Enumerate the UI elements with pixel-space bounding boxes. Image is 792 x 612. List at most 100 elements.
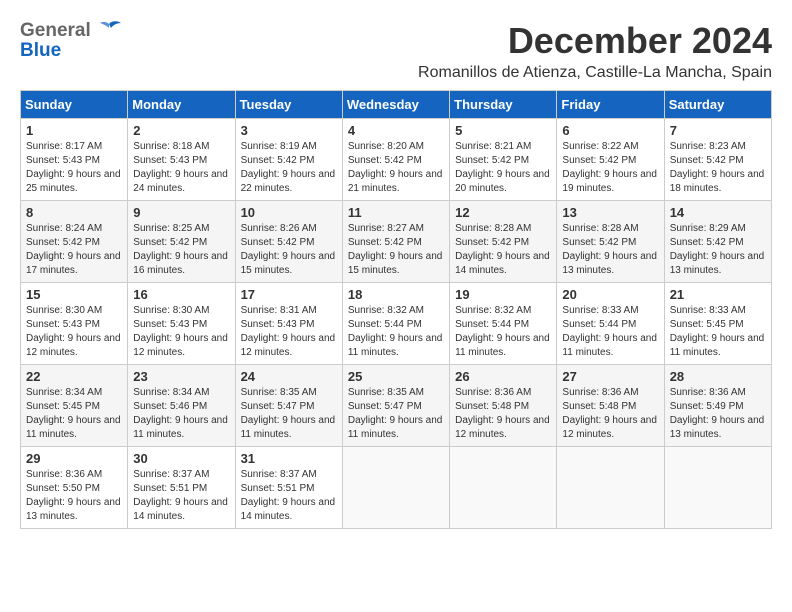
day-number: 28 (670, 369, 766, 384)
table-row: 30 Sunrise: 8:37 AMSunset: 5:51 PMDaylig… (128, 447, 235, 529)
day-info: Sunrise: 8:36 AMSunset: 5:49 PMDaylight:… (670, 387, 765, 440)
day-number: 18 (348, 287, 444, 302)
day-number: 5 (455, 123, 551, 138)
day-number: 21 (670, 287, 766, 302)
day-info: Sunrise: 8:37 AMSunset: 5:51 PMDaylight:… (241, 469, 336, 522)
day-info: Sunrise: 8:37 AMSunset: 5:51 PMDaylight:… (133, 469, 228, 522)
day-number: 11 (348, 205, 444, 220)
table-row: 17 Sunrise: 8:31 AMSunset: 5:43 PMDaylig… (235, 283, 342, 365)
day-info: Sunrise: 8:28 AMSunset: 5:42 PMDaylight:… (562, 223, 657, 276)
table-row: 23 Sunrise: 8:34 AMSunset: 5:46 PMDaylig… (128, 365, 235, 447)
calendar-week-5: 29 Sunrise: 8:36 AMSunset: 5:50 PMDaylig… (21, 447, 772, 529)
day-info: Sunrise: 8:28 AMSunset: 5:42 PMDaylight:… (455, 223, 550, 276)
day-number: 26 (455, 369, 551, 384)
table-row: 8 Sunrise: 8:24 AMSunset: 5:42 PMDayligh… (21, 201, 128, 283)
day-number: 22 (26, 369, 122, 384)
day-number: 13 (562, 205, 658, 220)
day-number: 14 (670, 205, 766, 220)
day-number: 31 (241, 451, 337, 466)
day-number: 20 (562, 287, 658, 302)
calendar-week-4: 22 Sunrise: 8:34 AMSunset: 5:45 PMDaylig… (21, 365, 772, 447)
day-number: 8 (26, 205, 122, 220)
day-number: 2 (133, 123, 229, 138)
day-info: Sunrise: 8:18 AMSunset: 5:43 PMDaylight:… (133, 141, 228, 194)
day-number: 7 (670, 123, 766, 138)
logo-bird-icon (95, 20, 123, 42)
page-header: General Blue December 2024 Romanillos de… (20, 20, 772, 82)
header-sunday: Sunday (21, 91, 128, 119)
day-info: Sunrise: 8:25 AMSunset: 5:42 PMDaylight:… (133, 223, 228, 276)
calendar-table: Sunday Monday Tuesday Wednesday Thursday… (20, 90, 772, 529)
day-number: 30 (133, 451, 229, 466)
day-number: 4 (348, 123, 444, 138)
table-row: 3 Sunrise: 8:19 AMSunset: 5:42 PMDayligh… (235, 119, 342, 201)
day-number: 3 (241, 123, 337, 138)
table-row: 9 Sunrise: 8:25 AMSunset: 5:42 PMDayligh… (128, 201, 235, 283)
table-row: 19 Sunrise: 8:32 AMSunset: 5:44 PMDaylig… (450, 283, 557, 365)
calendar-week-2: 8 Sunrise: 8:24 AMSunset: 5:42 PMDayligh… (21, 201, 772, 283)
day-info: Sunrise: 8:20 AMSunset: 5:42 PMDaylight:… (348, 141, 443, 194)
day-info: Sunrise: 8:22 AMSunset: 5:42 PMDaylight:… (562, 141, 657, 194)
day-info: Sunrise: 8:21 AMSunset: 5:42 PMDaylight:… (455, 141, 550, 194)
table-row: 15 Sunrise: 8:30 AMSunset: 5:43 PMDaylig… (21, 283, 128, 365)
table-row: 18 Sunrise: 8:32 AMSunset: 5:44 PMDaylig… (342, 283, 449, 365)
day-number: 24 (241, 369, 337, 384)
day-number: 9 (133, 205, 229, 220)
table-row (342, 447, 449, 529)
header-tuesday: Tuesday (235, 91, 342, 119)
logo-general-text: General (20, 20, 91, 42)
table-row: 16 Sunrise: 8:30 AMSunset: 5:43 PMDaylig… (128, 283, 235, 365)
table-row: 20 Sunrise: 8:33 AMSunset: 5:44 PMDaylig… (557, 283, 664, 365)
table-row: 29 Sunrise: 8:36 AMSunset: 5:50 PMDaylig… (21, 447, 128, 529)
calendar-header-row: Sunday Monday Tuesday Wednesday Thursday… (21, 91, 772, 119)
day-info: Sunrise: 8:33 AMSunset: 5:44 PMDaylight:… (562, 305, 657, 358)
day-number: 29 (26, 451, 122, 466)
header-monday: Monday (128, 91, 235, 119)
table-row: 10 Sunrise: 8:26 AMSunset: 5:42 PMDaylig… (235, 201, 342, 283)
table-row (450, 447, 557, 529)
table-row: 6 Sunrise: 8:22 AMSunset: 5:42 PMDayligh… (557, 119, 664, 201)
table-row: 21 Sunrise: 8:33 AMSunset: 5:45 PMDaylig… (664, 283, 771, 365)
logo: General Blue (20, 20, 123, 62)
table-row: 26 Sunrise: 8:36 AMSunset: 5:48 PMDaylig… (450, 365, 557, 447)
day-info: Sunrise: 8:29 AMSunset: 5:42 PMDaylight:… (670, 223, 765, 276)
day-info: Sunrise: 8:24 AMSunset: 5:42 PMDaylight:… (26, 223, 121, 276)
calendar-week-1: 1 Sunrise: 8:17 AMSunset: 5:43 PMDayligh… (21, 119, 772, 201)
page-title: December 2024 (418, 20, 772, 62)
table-row: 14 Sunrise: 8:29 AMSunset: 5:42 PMDaylig… (664, 201, 771, 283)
table-row: 11 Sunrise: 8:27 AMSunset: 5:42 PMDaylig… (342, 201, 449, 283)
table-row: 24 Sunrise: 8:35 AMSunset: 5:47 PMDaylig… (235, 365, 342, 447)
day-info: Sunrise: 8:23 AMSunset: 5:42 PMDaylight:… (670, 141, 765, 194)
table-row: 12 Sunrise: 8:28 AMSunset: 5:42 PMDaylig… (450, 201, 557, 283)
day-info: Sunrise: 8:36 AMSunset: 5:50 PMDaylight:… (26, 469, 121, 522)
title-block: December 2024 Romanillos de Atienza, Cas… (418, 20, 772, 82)
table-row: 2 Sunrise: 8:18 AMSunset: 5:43 PMDayligh… (128, 119, 235, 201)
day-number: 12 (455, 205, 551, 220)
day-number: 19 (455, 287, 551, 302)
header-saturday: Saturday (664, 91, 771, 119)
calendar-week-3: 15 Sunrise: 8:30 AMSunset: 5:43 PMDaylig… (21, 283, 772, 365)
day-info: Sunrise: 8:30 AMSunset: 5:43 PMDaylight:… (26, 305, 121, 358)
header-friday: Friday (557, 91, 664, 119)
day-info: Sunrise: 8:17 AMSunset: 5:43 PMDaylight:… (26, 141, 121, 194)
day-info: Sunrise: 8:35 AMSunset: 5:47 PMDaylight:… (241, 387, 336, 440)
day-info: Sunrise: 8:26 AMSunset: 5:42 PMDaylight:… (241, 223, 336, 276)
table-row: 28 Sunrise: 8:36 AMSunset: 5:49 PMDaylig… (664, 365, 771, 447)
day-info: Sunrise: 8:36 AMSunset: 5:48 PMDaylight:… (455, 387, 550, 440)
header-wednesday: Wednesday (342, 91, 449, 119)
day-number: 6 (562, 123, 658, 138)
day-info: Sunrise: 8:33 AMSunset: 5:45 PMDaylight:… (670, 305, 765, 358)
day-info: Sunrise: 8:36 AMSunset: 5:48 PMDaylight:… (562, 387, 657, 440)
day-info: Sunrise: 8:31 AMSunset: 5:43 PMDaylight:… (241, 305, 336, 358)
header-thursday: Thursday (450, 91, 557, 119)
table-row: 22 Sunrise: 8:34 AMSunset: 5:45 PMDaylig… (21, 365, 128, 447)
day-info: Sunrise: 8:30 AMSunset: 5:43 PMDaylight:… (133, 305, 228, 358)
page-subtitle: Romanillos de Atienza, Castille-La Manch… (418, 64, 772, 82)
day-number: 10 (241, 205, 337, 220)
table-row: 4 Sunrise: 8:20 AMSunset: 5:42 PMDayligh… (342, 119, 449, 201)
day-number: 25 (348, 369, 444, 384)
table-row: 5 Sunrise: 8:21 AMSunset: 5:42 PMDayligh… (450, 119, 557, 201)
table-row: 7 Sunrise: 8:23 AMSunset: 5:42 PMDayligh… (664, 119, 771, 201)
day-number: 1 (26, 123, 122, 138)
table-row: 27 Sunrise: 8:36 AMSunset: 5:48 PMDaylig… (557, 365, 664, 447)
